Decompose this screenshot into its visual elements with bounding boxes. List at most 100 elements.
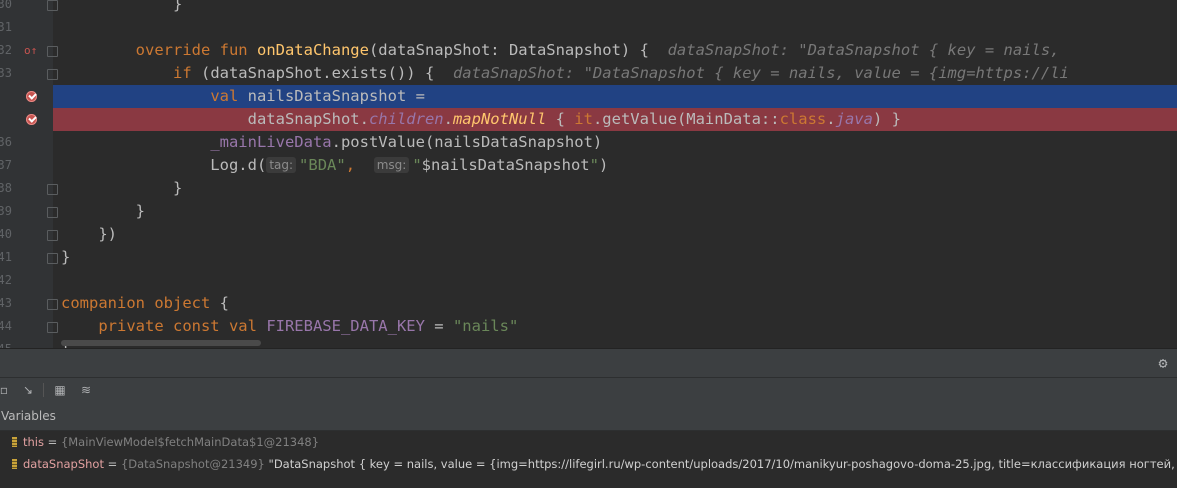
variable-name-text: dataSnapShot	[23, 457, 104, 471]
code-line-39[interactable]: 39 }	[0, 200, 1177, 223]
line-number: 40	[0, 227, 12, 241]
variable-type: {MainViewModel$fetchMainData$1@21348}	[60, 435, 320, 449]
variables-header: Variables	[0, 403, 1177, 431]
code-line-44[interactable]: 44 private const val FIREBASE_DATA_KEY =…	[0, 315, 1177, 338]
code-line-34[interactable]: 34 val nailsDataSnapshot =	[53, 85, 1177, 108]
code-line-32[interactable]: 32 override fun onDataChange(dataSnapSho…	[0, 39, 1177, 62]
code-line-41[interactable]: 41}	[0, 246, 1177, 269]
code-line-38[interactable]: 38 }	[0, 177, 1177, 200]
debug-toolbar: ▫ ↘ ▦ ≋	[0, 377, 1177, 404]
code-text: }	[61, 0, 182, 16]
breakpoint-icon[interactable]	[26, 91, 37, 102]
restore-layout-icon[interactable]: ▫	[0, 382, 12, 398]
fold-marker-icon[interactable]	[47, 253, 58, 264]
code-token: dataSnapShot.	[61, 110, 369, 128]
code-token: $nailsDataSnapshot	[421, 156, 590, 174]
code-token: =	[424, 317, 453, 335]
code-line-42[interactable]: 42	[0, 269, 1177, 292]
fold-marker-icon[interactable]	[47, 0, 58, 11]
gear-icon[interactable]: ⚙	[1155, 355, 1171, 371]
code-token: class	[779, 110, 827, 128]
code-token: if	[172, 64, 201, 82]
code-text: if (dataSnapShot.exists()) { dataSnapSho…	[61, 62, 1069, 85]
fold-marker-icon[interactable]	[47, 322, 58, 333]
line-number: 39	[0, 204, 12, 218]
field-icon	[12, 437, 17, 447]
code-text: dataSnapShot.children.mapNotNull { it.ge…	[61, 108, 901, 131]
code-token: ) }	[872, 110, 901, 128]
parameter-hint: msg:	[373, 157, 410, 173]
line-number: 36	[0, 135, 12, 149]
code-text: Log.d(tag: "BDA", msg: "$nailsDataSnapshot…	[61, 154, 608, 177]
code-token: it	[574, 110, 593, 128]
code-token: .	[826, 110, 836, 128]
fold-marker-icon[interactable]	[47, 184, 58, 195]
code-line-30[interactable]: 30 }	[0, 0, 1177, 16]
variable-name-text: this	[23, 435, 44, 449]
code-token: })	[61, 225, 117, 243]
table-icon[interactable]: ▦	[52, 382, 68, 398]
code-line-43[interactable]: 43 companion object {	[0, 292, 1177, 315]
line-number: 43	[0, 296, 12, 310]
fold-marker-icon[interactable]	[47, 299, 58, 310]
code-line-31[interactable]: 31	[0, 16, 1177, 39]
code-token: val	[210, 87, 248, 105]
line-number: 31	[0, 20, 12, 34]
fold-marker-icon[interactable]	[47, 46, 58, 57]
evaluate-icon[interactable]: ≋	[78, 382, 94, 398]
fold-marker-icon[interactable]	[47, 230, 58, 241]
code-token: nailsDataSnapshot =	[247, 87, 425, 105]
code-token: mapNotNull	[452, 110, 547, 128]
code-token: onDataChange	[256, 41, 369, 59]
code-token: override fun	[135, 41, 257, 59]
code-token: "	[589, 156, 599, 174]
line-number: 33	[0, 66, 12, 80]
code-token: }	[61, 0, 183, 13]
code-text: })	[61, 223, 117, 246]
step-filter-icon[interactable]: ↘	[20, 382, 36, 398]
variable-row-this[interactable]: this = {MainViewModel$fetchMainData$1@21…	[0, 431, 1177, 453]
variable-value: "DataSnapshot { key = nails, value = {im…	[268, 457, 1177, 471]
fold-marker-icon[interactable]	[47, 69, 58, 80]
code-text: _mainLiveData.postValue(nailsDataSnapsho…	[61, 131, 602, 154]
code-token: companion object	[61, 294, 220, 312]
code-line-37[interactable]: 37 Log.d(tag: "BDA", msg: "$nailsDataSnaps…	[0, 154, 1177, 177]
code-token: java	[835, 110, 873, 128]
code-token: )	[598, 156, 609, 174]
code-token: (dataSnapShot: DataSnapshot) {	[368, 41, 668, 59]
line-number: 32	[0, 43, 12, 57]
code-text: }	[61, 246, 70, 269]
code-text: }	[61, 200, 145, 223]
override-icon[interactable]: o↑	[24, 45, 37, 56]
line-number: 42	[0, 273, 12, 287]
code-token: .getValue(MainData::	[592, 110, 780, 128]
code-line-33[interactable]: 33 if (dataSnapShot.exists()) { dataSnap…	[0, 62, 1177, 85]
code-line-36[interactable]: 36 _mainLiveData.postValue(nailsDataSnap…	[0, 131, 1177, 154]
breakpoint-icon[interactable]	[26, 114, 37, 125]
code-token: }	[61, 202, 145, 220]
code-token: _mainLiveData	[210, 133, 332, 151]
code-text: val nailsDataSnapshot =	[61, 85, 425, 108]
code-line-40[interactable]: 40 })	[0, 223, 1177, 246]
variable-row-datasnapshot[interactable]: dataSnapShot = {DataSnapshot@21349} "Dat…	[0, 453, 1177, 475]
code-token: (dataSnapShot.exists()) {	[200, 64, 453, 82]
code-token: Log.d(	[61, 156, 267, 174]
variables-title: Variables	[1, 409, 56, 423]
parameter-hint: tag:	[266, 157, 297, 173]
line-number: 41	[0, 250, 12, 264]
code-token: "	[412, 156, 422, 174]
code-token: ,	[345, 156, 374, 174]
code-token: {	[219, 294, 229, 312]
code-token: private const val	[98, 317, 267, 335]
line-number: 44	[0, 319, 12, 333]
code-line-35[interactable]: 35 dataSnapShot.children.mapNotNull { it…	[53, 108, 1177, 131]
fold-marker-icon[interactable]	[47, 207, 58, 218]
horizontal-scrollbar[interactable]	[61, 340, 261, 346]
code-editor[interactable]: 30 } 31 32 override fun onDataChange(dataS…	[0, 0, 1177, 348]
code-token: "BDA"	[299, 156, 346, 174]
variable-equals: =	[103, 457, 121, 471]
